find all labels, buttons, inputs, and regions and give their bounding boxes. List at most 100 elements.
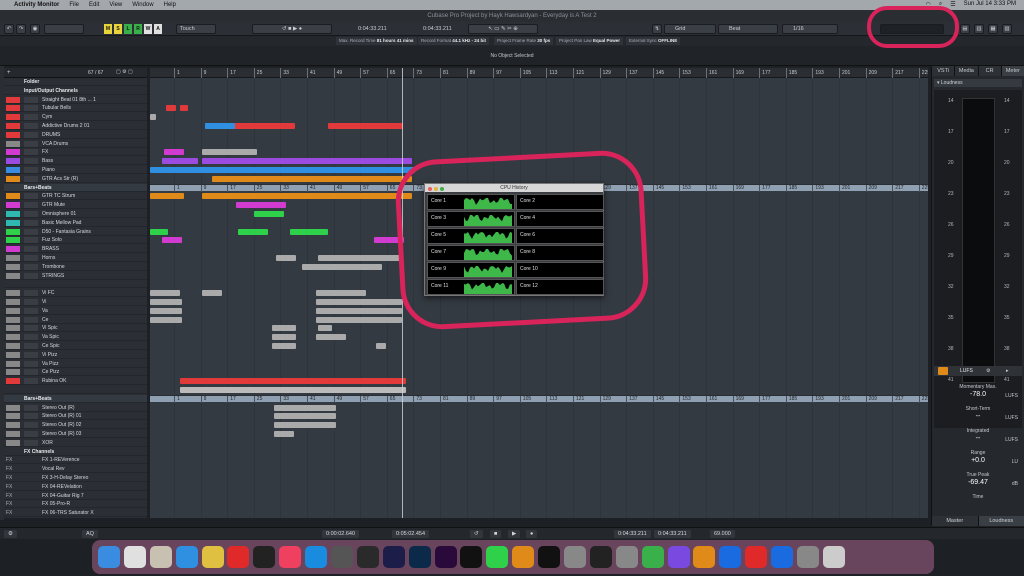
track-row[interactable]: Piano: [4, 166, 147, 174]
console-icon[interactable]: ▧: [1002, 24, 1012, 34]
mute-solo-buttons[interactable]: [24, 140, 38, 147]
dock-item-screenshot-icon[interactable]: [797, 546, 820, 568]
track-color-icon[interactable]: [6, 167, 20, 173]
lufs-toggle[interactable]: LUFS: [960, 366, 973, 376]
audio-event[interactable]: [316, 307, 402, 314]
track-color-icon[interactable]: [6, 149, 20, 156]
track-color-icon[interactable]: [6, 211, 20, 217]
track-row[interactable]: Bars+Beats: [4, 394, 147, 403]
track-row[interactable]: FX FX 3-H-Delay Stereo: [4, 474, 147, 482]
track-row[interactable]: Addictive Drums 2 01: [4, 122, 147, 130]
track-row[interactable]: Va: [4, 307, 147, 315]
audio-event[interactable]: [376, 343, 386, 349]
mute-solo-buttons[interactable]: [24, 228, 38, 235]
audio-event[interactable]: [150, 193, 184, 200]
mute-solo-buttons[interactable]: [24, 193, 38, 200]
snap-icon[interactable]: ↯: [652, 24, 662, 34]
track-color-icon[interactable]: [6, 378, 20, 385]
mute-solo-buttons[interactable]: [24, 316, 38, 323]
track-row[interactable]: Vi Spic: [4, 324, 147, 333]
track-row[interactable]: Tubular Bells: [4, 104, 147, 113]
loudness-section-header[interactable]: ▾ Loudness: [934, 79, 1022, 87]
track-color-icon[interactable]: [6, 404, 20, 411]
audio-event[interactable]: [318, 255, 402, 261]
dock-item-app-store-icon[interactable]: [305, 546, 328, 568]
transport-mini[interactable]: ↺ ■ ▶ ●: [252, 24, 332, 34]
mute-solo-buttons[interactable]: [24, 237, 38, 244]
track-row[interactable]: Stereo Out (R) 01: [4, 412, 147, 421]
track-row[interactable]: Ce Pizz: [4, 368, 147, 377]
track-color-icon[interactable]: [6, 123, 20, 129]
track-color-icon[interactable]: [6, 114, 20, 121]
track-color-icon[interactable]: [6, 307, 20, 314]
audio-event[interactable]: [316, 316, 402, 323]
track-row[interactable]: GTR Acs Str (R): [4, 175, 147, 183]
track-color-icon[interactable]: [6, 369, 20, 376]
track-row[interactable]: Va Pizz: [4, 360, 147, 368]
track-row[interactable]: Ce: [4, 316, 147, 324]
menu-help[interactable]: Help: [164, 2, 176, 8]
audio-event[interactable]: [254, 211, 284, 217]
play-button[interactable]: ▶: [508, 530, 521, 538]
track-row[interactable]: FX FX 1-REVerence: [4, 456, 147, 465]
track-color-icon[interactable]: [6, 237, 20, 244]
dock-item-safari-icon[interactable]: [175, 546, 198, 568]
track-row[interactable]: DRUMS: [4, 131, 147, 139]
track-color-icon[interactable]: [6, 96, 20, 103]
track-row[interactable]: Rubina OK: [4, 377, 147, 386]
position-display-right[interactable]: 0:04:33.211: [423, 24, 452, 34]
record-button[interactable]: ●: [526, 530, 538, 538]
toolbar-slider[interactable]: [44, 24, 84, 34]
write-toggle[interactable]: W: [144, 24, 152, 34]
ruler-track-lane[interactable]: 1 9 17 25 33 41 49 57 65 73 81 89 97 105 113 121 129 137 1…: [150, 394, 928, 403]
audio-event[interactable]: [316, 290, 366, 297]
mute-solo-buttons[interactable]: [24, 422, 38, 429]
mute-solo-buttons[interactable]: [24, 175, 38, 182]
audio-event[interactable]: [162, 237, 182, 244]
dock-item-trash-icon[interactable]: [822, 546, 845, 568]
track-color-icon[interactable]: [6, 360, 20, 367]
track-color-icon[interactable]: [6, 140, 20, 147]
audio-event[interactable]: [328, 123, 403, 129]
track-color-icon[interactable]: [6, 263, 20, 270]
mute-solo-buttons[interactable]: [24, 351, 38, 358]
mixer-icon[interactable]: ▦: [988, 24, 998, 34]
track-color-icon[interactable]: [6, 105, 20, 112]
dock-item-chrome-icon[interactable]: [201, 546, 224, 568]
mute-solo-buttons[interactable]: [24, 158, 38, 165]
track-color-icon[interactable]: [6, 413, 20, 420]
track-color-icon[interactable]: [6, 246, 20, 253]
left-locator[interactable]: 0:00:02.640: [322, 530, 360, 538]
audio-event[interactable]: [272, 325, 296, 332]
track-color-icon[interactable]: [6, 290, 20, 297]
audio-event[interactable]: [238, 228, 268, 235]
mute-solo-buttons[interactable]: [24, 290, 38, 297]
track-row[interactable]: Horns: [4, 254, 147, 262]
dock-item-logic-icon[interactable]: [331, 546, 354, 568]
tab-media[interactable]: Media: [955, 66, 979, 76]
tab-meter[interactable]: Meter: [1001, 66, 1024, 76]
dock-item-au-icon[interactable]: [382, 546, 405, 568]
mute-solo-buttons[interactable]: [24, 131, 38, 138]
track-row[interactable]: FX Channels: [4, 448, 147, 456]
dock-item-monitor-icon[interactable]: [615, 546, 638, 568]
track-row[interactable]: FX FX 04-Guitar Rig 7: [4, 492, 147, 500]
track-row[interactable]: STRINGS: [4, 272, 147, 280]
audio-event[interactable]: [180, 105, 188, 112]
track-color-icon[interactable]: [6, 272, 20, 279]
mute-solo-buttons[interactable]: [24, 299, 38, 305]
track-row[interactable]: Vi: [4, 298, 147, 306]
menu-edit[interactable]: Edit: [89, 2, 99, 8]
mute-solo-buttons[interactable]: [24, 431, 38, 437]
track-color-icon[interactable]: [6, 202, 20, 209]
dock-item-ps-icon[interactable]: [408, 546, 431, 568]
track-row[interactable]: FX: [4, 148, 147, 157]
automation-mode-select[interactable]: Touch: [176, 24, 216, 34]
track-row[interactable]: Vi Pizz: [4, 351, 147, 359]
grid-type-select[interactable]: Grid: [664, 24, 716, 34]
read-toggle[interactable]: R: [134, 24, 142, 34]
mute-solo-buttons[interactable]: [24, 378, 38, 385]
track-row[interactable]: Stereo Out (R): [4, 404, 147, 412]
dock-item-kt-icon[interactable]: [538, 546, 561, 568]
solo-toggle[interactable]: S: [114, 24, 122, 34]
